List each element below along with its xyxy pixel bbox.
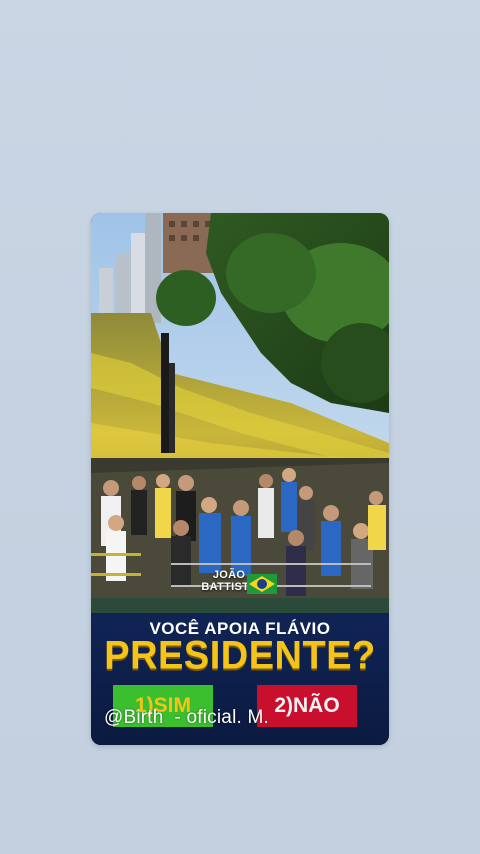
post-card[interactable]: JOÃO BATTISTA VOCÊ APOIA FLÁVIO PRESIDEN…	[91, 213, 389, 745]
rally-photo	[91, 213, 389, 613]
watermark-text: @Birth - oficial. M.	[104, 707, 269, 728]
option-no-button[interactable]: 2)NÃO	[257, 685, 357, 727]
poll-headline: PRESIDENTE?	[104, 633, 376, 679]
author-badge: JOÃO BATTISTA	[195, 567, 277, 603]
brazil-flag-icon	[247, 574, 277, 594]
